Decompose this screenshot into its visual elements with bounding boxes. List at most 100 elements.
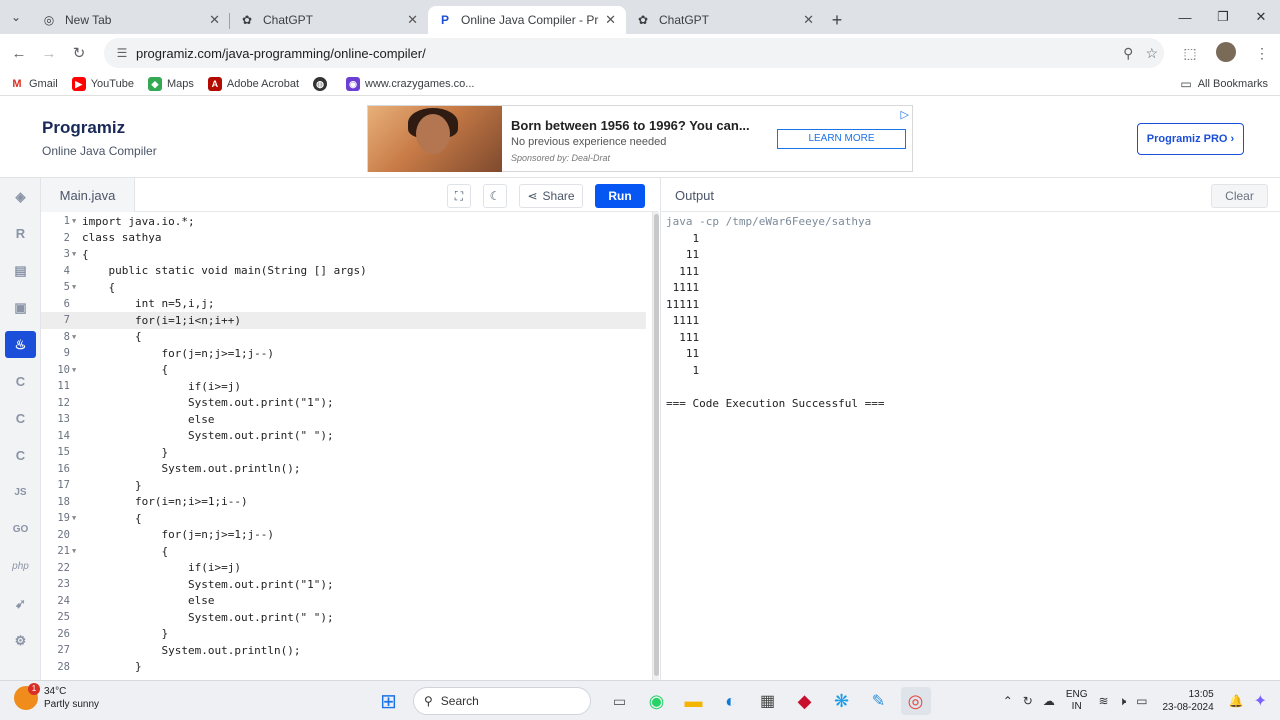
run-button[interactable]: Run — [595, 184, 645, 208]
bookmark-globe[interactable]: ◍ — [313, 76, 332, 91]
programiz-logo[interactable]: Programiz Online Java Compiler — [42, 118, 157, 158]
js-icon[interactable]: JS — [0, 474, 41, 511]
code-line[interactable]: 18 for(i=n;i>=1;i--) — [41, 494, 646, 511]
tab-online-java-compiler[interactable]: P Online Java Compiler - Program ✕ — [428, 6, 626, 34]
editor-scrollbar[interactable] — [652, 212, 659, 680]
fold-toggle-icon[interactable]: ▼ — [70, 333, 82, 341]
r-icon[interactable]: R — [0, 215, 41, 252]
adchoices-icon[interactable]: ▷ — [901, 108, 909, 121]
language-indicator[interactable]: ENG IN — [1066, 689, 1088, 713]
ad-banner[interactable]: Born between 1956 to 1996? You can... No… — [367, 105, 913, 172]
fold-toggle-icon[interactable]: ▼ — [70, 547, 82, 555]
wifi-icon[interactable]: ≋ — [1099, 694, 1109, 708]
bookmark-maps[interactable]: ◆ Maps — [147, 76, 194, 91]
close-icon[interactable]: ✕ — [605, 12, 616, 28]
java-icon[interactable]: ♨ — [5, 331, 36, 358]
html-icon[interactable]: ▣ — [0, 289, 41, 326]
code-line[interactable]: 12 System.out.print("1"); — [41, 395, 646, 412]
share-button[interactable]: ⋖ Share — [519, 184, 583, 208]
bookmark-crazygames[interactable]: ◉ www.crazygames.co... — [346, 76, 474, 91]
volume-icon[interactable]: 🕨 — [1119, 694, 1127, 709]
code-line[interactable]: 8 ▼ { — [41, 329, 646, 346]
code-line[interactable]: 19 ▼ { — [41, 510, 646, 527]
fold-toggle-icon[interactable]: ▼ — [70, 217, 82, 225]
code-line[interactable]: 11 if(i>=j) — [41, 378, 646, 395]
bookmark-adobe-acrobat[interactable]: A Adobe Acrobat — [207, 76, 299, 91]
taskbar-search[interactable]: ⚲ Search — [413, 687, 591, 715]
code-line[interactable]: 26 } — [41, 626, 646, 643]
windows-start-icon[interactable]: ⊞ — [374, 687, 404, 715]
cpp-icon[interactable]: C — [0, 400, 41, 437]
close-icon[interactable]: ✕ — [407, 12, 418, 28]
fold-toggle-icon[interactable]: ▼ — [70, 250, 82, 258]
php-icon[interactable]: php — [0, 548, 41, 585]
mcafee-icon[interactable]: ◆ — [790, 687, 820, 715]
sync-icon[interactable]: ↻ — [1023, 694, 1033, 708]
bookmark-youtube[interactable]: ▶ YouTube — [71, 76, 134, 91]
swift-icon[interactable]: ➹ — [0, 585, 41, 622]
new-tab-button[interactable]: + — [824, 6, 850, 34]
code-line[interactable]: 3 ▼{ — [41, 246, 646, 263]
code-line[interactable]: 9 for(j=n;j>=1;j--) — [41, 345, 646, 362]
close-window-icon[interactable]: ✕ — [1242, 0, 1280, 34]
minimize-icon[interactable]: — — [1166, 0, 1204, 34]
dark-mode-icon[interactable]: ☾ — [483, 184, 507, 208]
code-line[interactable]: 24 else — [41, 593, 646, 610]
copilot-icon[interactable]: ✦ — [1254, 691, 1267, 711]
weather-widget[interactable]: 1 34°C Partly sunny — [14, 683, 99, 711]
code-line[interactable]: 10 ▼ { — [41, 362, 646, 379]
code-line[interactable]: 14 System.out.print(" "); — [41, 428, 646, 445]
ad-learn-more-button[interactable]: LEARN MORE — [777, 129, 906, 149]
code-line[interactable]: 20 for(j=n;j>=1;j--) — [41, 527, 646, 544]
clear-button[interactable]: Clear — [1211, 184, 1268, 208]
csharp-icon[interactable]: C — [0, 437, 41, 474]
code-line[interactable]: 2 class sathya — [41, 230, 646, 247]
clock[interactable]: 13:05 23-08-2024 — [1162, 688, 1213, 714]
store-icon[interactable]: ▦ — [753, 687, 783, 715]
fold-toggle-icon[interactable]: ▼ — [70, 514, 82, 522]
profile-avatar[interactable] — [1208, 41, 1244, 65]
address-bar[interactable]: ☰ programiz.com/java-programming/online-… — [104, 38, 1164, 68]
go-icon[interactable]: GO — [0, 511, 41, 548]
sql-icon[interactable]: ▤ — [0, 252, 41, 289]
code-line[interactable]: 23 System.out.print("1"); — [41, 576, 646, 593]
maximize-icon[interactable]: ❐ — [1204, 0, 1242, 34]
code-line[interactable]: 15 } — [41, 444, 646, 461]
code-editor[interactable]: 1 ▼ import java.io.*; 2 class sathya 3 ▼{4 pub… — [41, 212, 654, 680]
chevron-up-icon[interactable]: ⌃ — [1003, 694, 1013, 708]
reload-icon[interactable]: ↻ — [64, 38, 94, 68]
c-icon[interactable]: C — [0, 363, 41, 400]
fold-toggle-icon[interactable]: ▼ — [70, 283, 82, 291]
extensions-icon[interactable]: ⬚ — [1172, 45, 1208, 62]
chrome-taskbar-icon[interactable]: ◎ — [900, 687, 931, 715]
paint-icon[interactable]: ✎ — [864, 687, 894, 715]
code-line[interactable]: 27 System.out.println(); — [41, 642, 646, 659]
task-view-icon[interactable]: ▭ — [605, 687, 635, 715]
code-line[interactable]: 6 int n=5,i,j; — [41, 296, 646, 313]
whatsapp-icon[interactable]: ◉ — [642, 687, 672, 715]
code-line[interactable]: 1 ▼ import java.io.*; — [41, 213, 646, 230]
url-text[interactable]: programiz.com/java-programming/online-co… — [136, 46, 426, 61]
onedrive-icon[interactable]: ☁ — [1043, 694, 1055, 708]
scrollbar-thumb[interactable] — [654, 214, 659, 676]
tab-search-icon[interactable]: ⌄ — [0, 0, 32, 34]
menu-icon[interactable]: ⋮ — [1244, 45, 1280, 62]
output-console[interactable]: java -cp /tmp/eWar6Feeye/sathya 1 11 111… — [660, 212, 1280, 680]
bookmark-star-icon[interactable]: ☆ — [1145, 45, 1158, 62]
notification-bell-icon[interactable]: 🔔 — [1229, 694, 1244, 708]
fold-toggle-icon[interactable]: ▼ — [70, 366, 82, 374]
code-line[interactable]: 22 if(i>=j) — [41, 560, 646, 577]
code-line[interactable]: 25 System.out.print(" "); — [41, 609, 646, 626]
zoom-icon[interactable]: ⚲ — [1123, 45, 1133, 62]
battery-icon[interactable]: ▭ — [1136, 694, 1147, 708]
rust-icon[interactable]: ⚙ — [0, 622, 41, 659]
file-tab-main-java[interactable]: Main.java — [41, 178, 135, 212]
code-line[interactable]: 17 } — [41, 477, 646, 494]
code-line[interactable]: 21 ▼ { — [41, 543, 646, 560]
tab-chatgpt[interactable]: ✿ ChatGPT ✕ — [230, 6, 428, 34]
close-icon[interactable]: ✕ — [803, 12, 814, 28]
programiz-pro-button[interactable]: Programiz PRO › — [1137, 123, 1244, 155]
close-icon[interactable]: ✕ — [209, 12, 220, 28]
edge-icon[interactable]: ◐ — [716, 687, 746, 715]
tab-new-tab[interactable]: ◎ New Tab ✕ — [32, 6, 230, 34]
